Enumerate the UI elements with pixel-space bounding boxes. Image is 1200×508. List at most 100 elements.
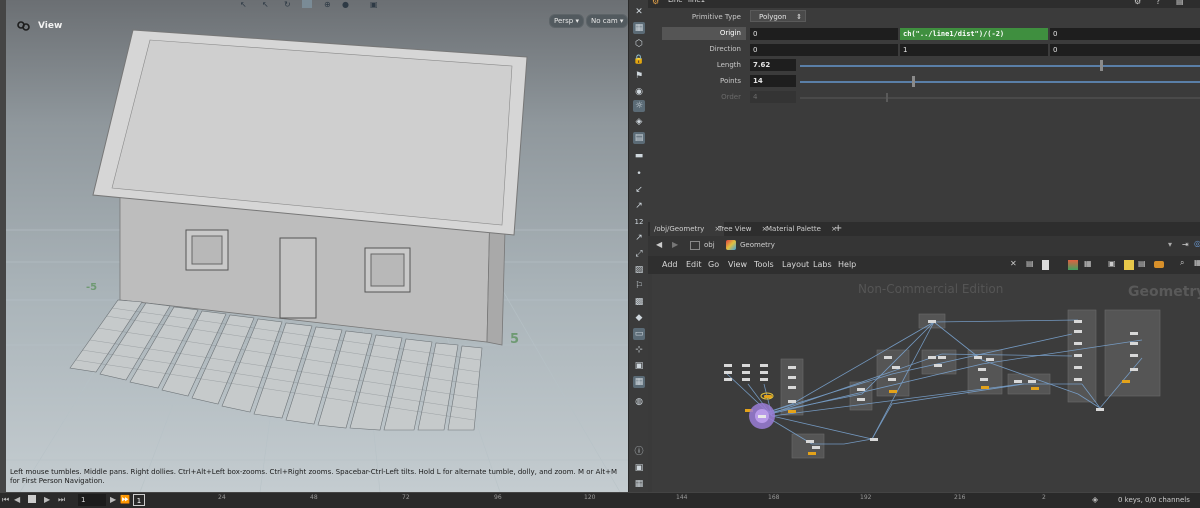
menu-labs[interactable]: Labs xyxy=(813,260,832,269)
menu-view[interactable]: View xyxy=(728,260,747,269)
path-obj[interactable]: obj xyxy=(704,241,715,249)
dot-icon[interactable]: • xyxy=(633,168,645,180)
menu-go[interactable]: Go xyxy=(708,260,719,269)
flag-icon[interactable]: ⚐ xyxy=(633,280,645,292)
path-geometry[interactable]: Geometry xyxy=(740,241,775,249)
fast-forward-icon[interactable]: ⏩ xyxy=(120,495,130,504)
visibility-icon[interactable]: ◈ xyxy=(633,116,645,128)
forward-arrow-icon[interactable]: ▶ xyxy=(672,240,678,249)
length-field[interactable]: 7.62 xyxy=(750,59,796,71)
expand-icon[interactable]: ↗ xyxy=(633,232,645,244)
snap-icon[interactable] xyxy=(302,0,312,8)
select-tool-icon[interactable]: ↖ xyxy=(240,0,247,9)
checker-icon[interactable]: ▩ xyxy=(633,296,645,308)
points-slider[interactable] xyxy=(800,76,1200,87)
menu-tools[interactable]: Tools xyxy=(754,260,774,269)
handle-icon[interactable]: ⊕ xyxy=(324,0,331,9)
visualizer-icon[interactable]: ▦ xyxy=(633,478,645,490)
page-icon[interactable] xyxy=(1042,260,1049,270)
menu-edit[interactable]: Edit xyxy=(686,260,702,269)
parameter-toggle-icon[interactable]: ▤ xyxy=(1176,0,1184,6)
step-back-icon[interactable]: ◀ xyxy=(14,495,20,504)
palette-icon[interactable] xyxy=(1068,260,1078,270)
help-icon[interactable]: ? xyxy=(1156,0,1160,6)
record-icon[interactable]: ● xyxy=(342,0,349,9)
frame-ruler[interactable]: 24 48 72 96 120 144 168 192 216 2 xyxy=(148,493,1048,508)
lock-icon[interactable]: 🔒 xyxy=(633,54,645,66)
light-icon[interactable]: ⚑ xyxy=(633,70,645,82)
play-icon[interactable]: ▶ xyxy=(44,495,50,504)
options-icon[interactable]: ▦ xyxy=(1194,258,1200,267)
grid-icon[interactable]: ▤ xyxy=(633,132,645,144)
wrench-icon[interactable]: ✕ xyxy=(1010,259,1017,268)
headlight-icon[interactable]: ☼ xyxy=(633,100,645,112)
stack-icon[interactable]: ▤ xyxy=(1138,259,1146,268)
length-slider[interactable] xyxy=(800,60,1200,71)
bulb-icon[interactable]: ◍ xyxy=(633,396,645,408)
stop-icon[interactable] xyxy=(28,495,36,503)
path-dropdown-icon[interactable]: ▾ xyxy=(1168,240,1172,249)
origin-y-field[interactable]: ch("../line1/dist")/(-2) xyxy=(900,28,1048,40)
layout-icon[interactable]: ▣ xyxy=(1108,259,1116,268)
gear-settings-icon[interactable]: ⚙ xyxy=(1134,0,1141,6)
shading-icon[interactable]: ▦ xyxy=(633,22,645,34)
pin-icon[interactable]: ⇥ xyxy=(1182,240,1189,249)
search-icon[interactable]: ⌕ xyxy=(1180,258,1184,268)
diamond-icon[interactable]: ◆ xyxy=(633,312,645,324)
network-canvas[interactable]: Non-Commercial Edition Geometry xyxy=(652,274,1200,492)
points-slider-handle[interactable] xyxy=(912,76,915,87)
normal-icon[interactable]: ↙ xyxy=(633,184,645,196)
gear-icon[interactable]: ⚙ xyxy=(652,0,659,6)
current-frame-field[interactable]: 1 xyxy=(133,494,145,506)
info-icon[interactable]: ⓘ xyxy=(633,446,645,458)
direction-z-field[interactable]: 0 xyxy=(1050,44,1200,56)
jump-end-icon[interactable]: ⏭ xyxy=(58,495,65,505)
camera-menu-icon[interactable]: ▬ xyxy=(633,150,645,162)
node-type-label: Line xyxy=(668,0,683,4)
ghost-icon[interactable]: ▭ xyxy=(633,328,645,340)
move-tool-icon[interactable]: ↖ xyxy=(262,0,269,9)
rotate-tool-icon[interactable]: ↻ xyxy=(284,0,291,9)
link-icon[interactable]: ◎ xyxy=(1194,239,1200,248)
length-slider-handle[interactable] xyxy=(1100,60,1103,71)
back-arrow-icon[interactable]: ◀ xyxy=(656,240,662,249)
point-icon[interactable]: ◉ xyxy=(633,86,645,98)
camera-menu[interactable]: No cam ▾ xyxy=(586,14,629,28)
wireframe-icon[interactable]: ⬡ xyxy=(633,38,645,50)
persp-menu[interactable]: Persp ▾ xyxy=(549,14,584,28)
direction-x-field[interactable]: 0 xyxy=(750,44,898,56)
network-type-icon[interactable] xyxy=(690,241,700,250)
direction-y-field[interactable]: 1 xyxy=(900,44,1048,56)
network-menu-bar: Add Edit Go View Tools Layout Labs Help … xyxy=(648,256,1200,274)
geometry-node-icon xyxy=(726,240,736,250)
bookmark-icon[interactable] xyxy=(1154,261,1164,268)
image-icon[interactable]: ▨ xyxy=(633,264,645,276)
viewport-scene[interactable] xyxy=(0,0,648,492)
close-viewer-icon[interactable]: ✕ xyxy=(633,6,645,18)
orientation-icon[interactable]: ⤢ xyxy=(633,248,645,260)
render-icon[interactable]: ▦ xyxy=(633,376,645,388)
points-field[interactable]: 14 xyxy=(750,75,796,87)
primitive-type-select[interactable]: Polygon ⇕ xyxy=(750,10,806,22)
list-icon[interactable]: ▤ xyxy=(1026,259,1034,268)
pivot-icon[interactable]: ⊹ xyxy=(633,344,645,356)
grid-view-icon[interactable]: ▦ xyxy=(1084,259,1092,268)
keys-icon[interactable]: ◈ xyxy=(1092,495,1098,504)
step-forward-icon[interactable]: ▶ xyxy=(110,495,116,504)
menu-add[interactable]: Add xyxy=(662,260,678,269)
menu-help[interactable]: Help xyxy=(838,260,856,269)
origin-x-field[interactable]: 0 xyxy=(750,28,898,40)
origin-z-field[interactable]: 0 xyxy=(1050,28,1200,40)
display-options-icon[interactable]: ▣ xyxy=(370,0,378,9)
jump-start-icon[interactable]: ⏮ xyxy=(2,495,9,505)
note-icon[interactable] xyxy=(1124,260,1134,270)
point-number-icon[interactable]: 12 xyxy=(633,216,645,228)
frame-icon[interactable]: ▣ xyxy=(633,360,645,372)
display-icon[interactable]: ▣ xyxy=(633,462,645,474)
add-tab-button[interactable]: + xyxy=(830,222,846,236)
frame-start-field[interactable]: 1 xyxy=(78,494,106,506)
camera-icon[interactable] xyxy=(16,20,30,32)
menu-layout[interactable]: Layout xyxy=(782,260,809,269)
scene-viewport[interactable]: -5 5 View ↖ ↖ ↻ ⊕ ● ▣ Persp ▾ No cam ▾ L… xyxy=(0,0,648,492)
vector-icon[interactable]: ↗ xyxy=(633,200,645,212)
